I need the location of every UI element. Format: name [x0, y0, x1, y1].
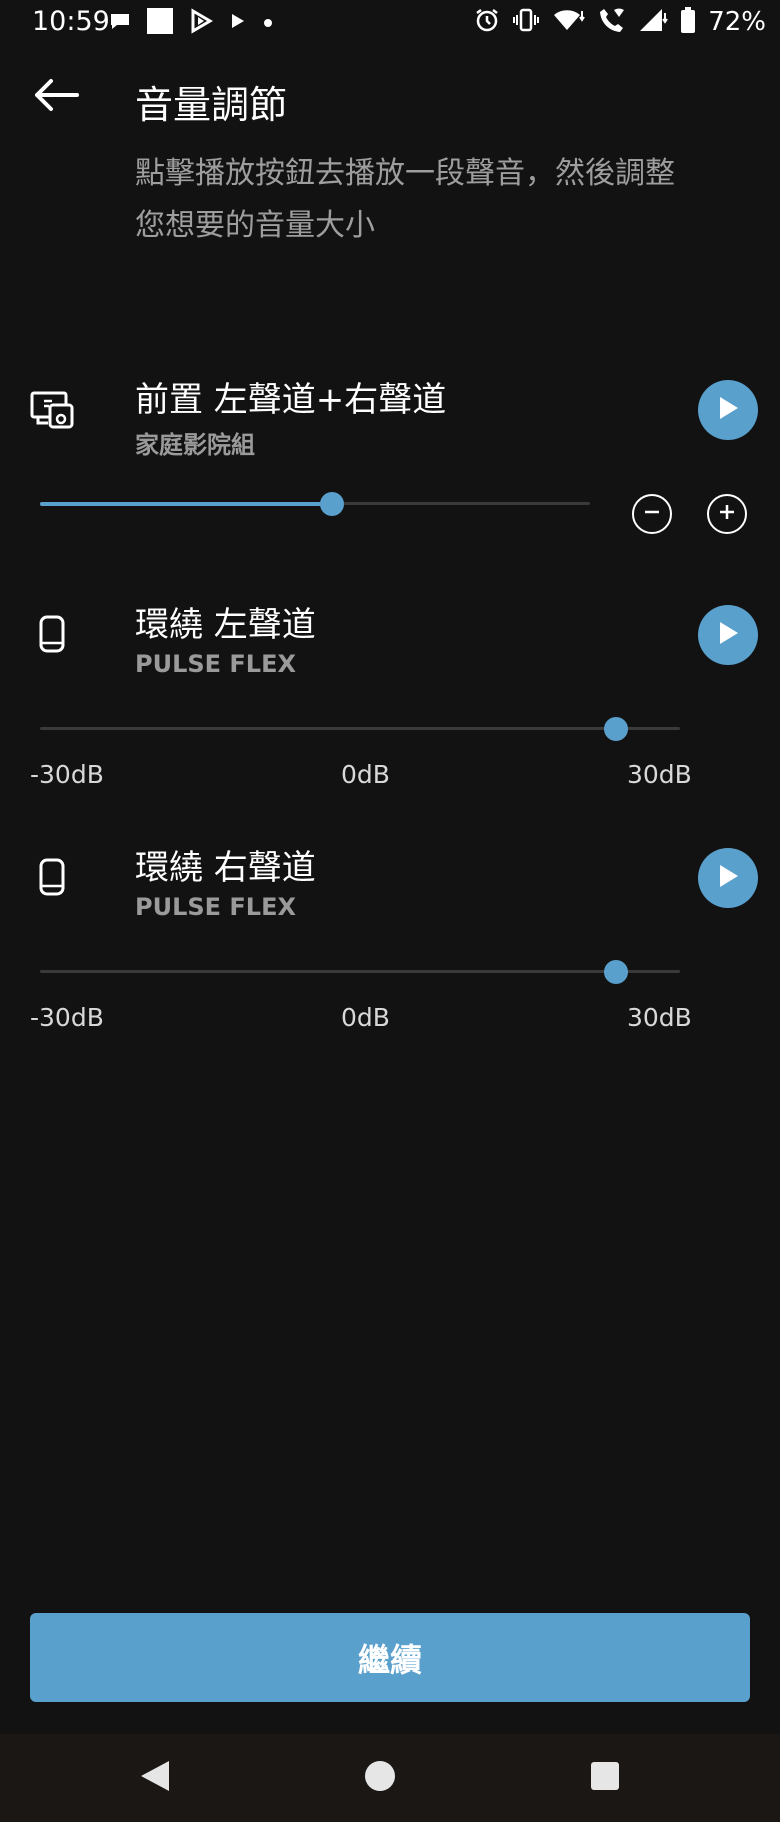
wifi-icon: [552, 7, 586, 37]
play-store-icon: [188, 8, 214, 38]
play-button[interactable]: [698, 848, 758, 908]
channel-title: 環繞 右聲道: [135, 848, 316, 888]
home-theater-icon: [30, 385, 74, 433]
play-icon: [717, 621, 739, 649]
arrow-left-icon: [33, 78, 79, 116]
nav-home-button[interactable]: [350, 1748, 410, 1808]
speaker-icon: [30, 610, 74, 658]
minus-icon: [642, 502, 662, 526]
chat-bubble-icon: [108, 9, 132, 37]
battery-percent: 72%: [708, 7, 766, 37]
volume-slider-thumb[interactable]: [319, 492, 344, 516]
play-icon: [717, 396, 739, 424]
scale-label-max: 30dB: [627, 1003, 692, 1032]
play-button[interactable]: [698, 380, 758, 440]
scale-label-mid: 0dB: [341, 1003, 390, 1032]
play-icon: [228, 11, 248, 35]
square-recents-icon: [590, 1761, 620, 1795]
back-button[interactable]: [26, 72, 86, 122]
triangle-back-icon: [139, 1759, 171, 1797]
status-time: 10:59: [32, 6, 110, 37]
volume-decrease-button[interactable]: [632, 494, 672, 534]
scale-label-mid: 0dB: [341, 760, 390, 789]
battery-icon: [680, 6, 696, 38]
scale-label-max: 30dB: [627, 760, 692, 789]
status-system-icons: 72%: [474, 6, 766, 38]
volume-slider-track[interactable]: [40, 970, 680, 973]
volume-slider-fill: [40, 502, 332, 506]
status-bar: 10:59 72%: [0, 0, 780, 44]
plus-icon: [717, 502, 737, 526]
volume-slider-thumb[interactable]: [604, 960, 628, 984]
wifi-call-icon: [598, 6, 626, 38]
status-notification-icons: [108, 8, 274, 38]
page-title: 音量調節: [135, 83, 288, 127]
play-button[interactable]: [698, 605, 758, 665]
square-icon: [146, 7, 174, 39]
volume-increase-button[interactable]: [707, 494, 747, 534]
scale-label-min: -30dB: [30, 760, 104, 789]
signal-icon: [638, 7, 669, 37]
circle-home-icon: [363, 1759, 397, 1797]
volume-slider-thumb[interactable]: [604, 717, 628, 741]
channel-title: 環繞 左聲道: [135, 605, 316, 645]
volume-slider-track[interactable]: [40, 727, 680, 730]
speaker-icon: [30, 853, 74, 901]
dot-icon: [262, 14, 274, 33]
continue-label: 繼續: [357, 1640, 422, 1679]
channel-subtitle: 家庭影院組: [135, 431, 255, 459]
alarm-icon: [474, 7, 500, 37]
channel-title: 前置 左聲道+右聲道: [135, 380, 447, 420]
nav-back-button[interactable]: [125, 1748, 185, 1808]
vibrate-icon: [512, 7, 540, 37]
channel-subtitle: PULSE FLEX: [135, 893, 296, 921]
continue-button[interactable]: 繼續: [30, 1613, 750, 1702]
channel-subtitle: PULSE FLEX: [135, 650, 296, 678]
system-nav-bar: [0, 1734, 780, 1822]
page-description: 點擊播放按鈕去播放一段聲音，然後調整您想要的音量大小: [135, 156, 675, 243]
nav-recents-button[interactable]: [575, 1748, 635, 1808]
scale-label-min: -30dB: [30, 1003, 104, 1032]
play-icon: [717, 864, 739, 892]
